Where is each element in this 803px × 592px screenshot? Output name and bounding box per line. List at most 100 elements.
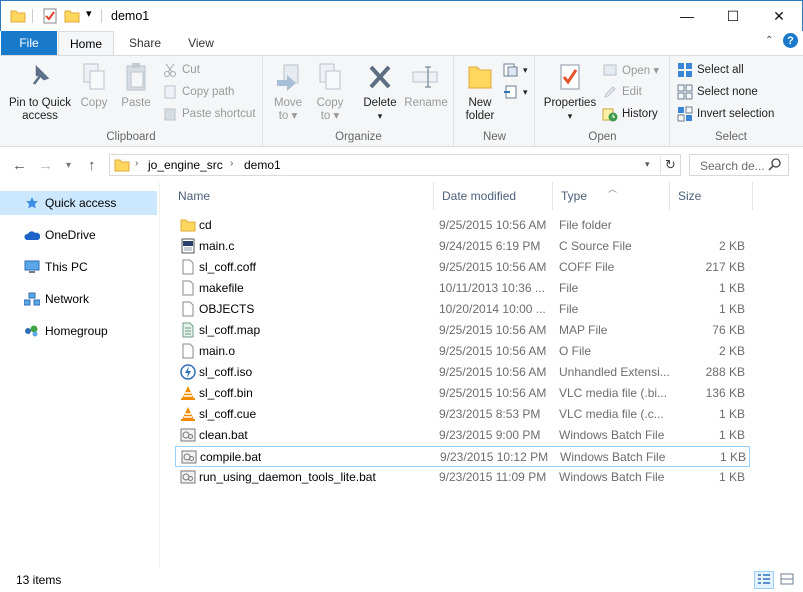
column-header-label: Date modified [442,189,517,203]
breadcrumb-separator-icon[interactable]: › [230,158,233,169]
paste-label: Paste [121,97,151,109]
invert-selection-button[interactable]: Invert selection [677,104,774,124]
file-size: 2 KB [718,239,745,253]
breadcrumb-separator-icon[interactable]: › [135,158,138,169]
help-icon[interactable]: ? [783,33,798,48]
back-arrow-icon[interactable]: ← [12,157,27,174]
new-item-button[interactable]: ▾ [503,60,528,80]
search-input[interactable]: Search de... [700,159,765,173]
open-group: Properties ▾ Open ▾ Edit History Open [536,56,670,146]
column-header-date-modified[interactable]: Date modified [434,182,553,210]
details-view-button[interactable] [754,571,774,589]
delete-button[interactable]: Delete ▾ [360,60,400,123]
file-name: compile.bat [200,450,262,464]
move-to-icon [272,60,304,94]
folder-icon[interactable] [10,8,26,24]
new-folder-icon[interactable] [64,8,80,24]
minimize-button[interactable]: — [664,1,710,31]
nav-item-this-pc[interactable]: This PC [0,255,157,279]
properties-check-icon[interactable] [42,8,58,24]
column-header-size[interactable]: Size [670,182,753,210]
up-arrow-icon[interactable]: ↑ [88,157,96,174]
properties-dropdown-icon: ▾ [567,111,573,121]
file-size: 1 KB [719,450,746,464]
file-date-modified: 10/20/2014 10:00 ... [439,302,546,316]
file-row[interactable]: compile.bat 9/23/2015 10:12 PM Windows Bat… [175,446,750,467]
file-type: Windows Batch File [559,470,665,484]
copy-to-button[interactable]: Copy to ▾ [312,60,348,123]
cut-button[interactable]: Cut [162,60,200,80]
file-row[interactable]: clean.bat 9/23/2015 9:00 PM Windows Batch … [175,425,750,446]
large-icons-view-button[interactable] [777,571,797,589]
network-icon [24,291,40,307]
paste-shortcut-button[interactable]: Paste shortcut [162,104,256,124]
navigation-pane: Quick access OneDrive This PC Network Ho… [0,182,160,568]
file-row[interactable]: makefile 10/11/2013 10:36 ... File 1 KB [175,278,750,299]
copy-path-icon [162,84,178,100]
move-to-label-1: Move [273,97,303,109]
file-row[interactable]: OBJECTS 10/20/2014 10:00 ... File 1 KB [175,299,750,320]
large-icons-view-icon [780,573,794,588]
edit-button[interactable]: Edit [602,82,642,102]
nav-item-network[interactable]: Network [0,287,157,311]
maximize-button[interactable]: ☐ [710,1,756,31]
column-header-type[interactable]: Type [553,182,670,210]
column-header-name[interactable]: Name [170,182,434,210]
clipboard-group-label: Clipboard [106,131,156,143]
search-box[interactable]: Search de... [689,154,789,176]
invert-selection-label: Invert selection [697,108,775,120]
tab-share[interactable]: Share [118,31,172,55]
close-button[interactable]: ✕ [756,1,802,31]
open-button[interactable]: Open ▾ [602,60,659,80]
file-type: Windows Batch File [560,450,666,464]
breadcrumb-demo1[interactable]: demo1 [244,158,281,172]
file-row[interactable]: run_using_daemon_tools_lite.bat 9/23/2015… [175,467,750,488]
easy-access-button[interactable]: ▾ [503,82,528,102]
copy-button[interactable]: Copy [76,60,112,110]
new-folder-icon [464,60,496,94]
file-type: File [559,281,579,295]
ribbon-tabs: File Home Share View ⌃ [0,31,803,56]
move-to-button[interactable]: Move to ▾ [270,60,306,123]
new-folder-button[interactable]: New folder [459,60,501,123]
search-icon[interactable] [768,157,782,174]
file-date-modified: 9/24/2015 6:19 PM [439,239,541,253]
file-row[interactable]: main.o 9/25/2015 10:56 AM O File 2 KB [175,341,750,362]
refresh-icon[interactable]: ↻ [665,157,676,173]
nav-item-quick-access[interactable]: Quick access [0,191,157,215]
address-history-chevron-icon[interactable]: ▾ [645,159,650,170]
generic-file-icon [180,343,196,359]
tab-view[interactable]: View [176,31,226,55]
copy-icon [78,60,110,94]
recent-locations-chevron-icon[interactable]: ▾ [66,160,71,171]
file-date-modified: 9/25/2015 10:56 AM [439,344,547,358]
rename-button[interactable]: Rename [402,60,450,110]
tab-file[interactable]: File [1,31,57,55]
file-row[interactable]: sl_coff.coff 9/25/2015 10:56 AM COFF File 2… [175,257,750,278]
collapse-ribbon-chevron-icon[interactable]: ⌃ [765,35,773,46]
tab-home[interactable]: Home [58,31,114,56]
history-button[interactable]: History [602,104,658,124]
select-none-button[interactable]: Select none [677,82,758,102]
copy-path-button[interactable]: Copy path [162,82,234,102]
select-all-button[interactable]: Select all [677,60,744,80]
breadcrumb-jo-engine-src[interactable]: jo_engine_src [148,158,223,172]
file-type: File folder [559,218,612,232]
properties-button[interactable]: Properties ▾ [540,60,600,123]
address-bar[interactable]: › jo_engine_src › demo1 ▾ ↻ [109,154,681,176]
file-row[interactable]: cd 9/25/2015 10:56 AM File folder [175,215,750,236]
file-row[interactable]: sl_coff.bin 9/25/2015 10:56 AM VLC media f… [175,383,750,404]
nav-item-homegroup[interactable]: Homegroup [0,319,157,343]
folder-icon [180,217,196,233]
file-row[interactable]: sl_coff.iso 9/25/2015 10:56 AM Unhandled E… [175,362,750,383]
paste-button[interactable]: Paste [117,60,155,110]
select-group-label: Select [715,131,747,143]
file-row[interactable]: main.c 9/24/2015 6:19 PM C Source File 2 KB [175,236,750,257]
forward-arrow-icon[interactable]: → [38,157,53,174]
customize-toolbar-chevron-icon[interactable]: ▾ [86,7,92,20]
file-row[interactable]: sl_coff.cue 9/23/2015 8:53 PM VLC media fi… [175,404,750,425]
file-row[interactable]: sl_coff.map 9/25/2015 10:56 AM MAP File 76 … [175,320,750,341]
vlc-icon [180,406,196,422]
pin-to-quick-access-button[interactable]: Pin to Quick access [6,60,74,123]
nav-item-onedrive[interactable]: OneDrive [0,223,157,247]
